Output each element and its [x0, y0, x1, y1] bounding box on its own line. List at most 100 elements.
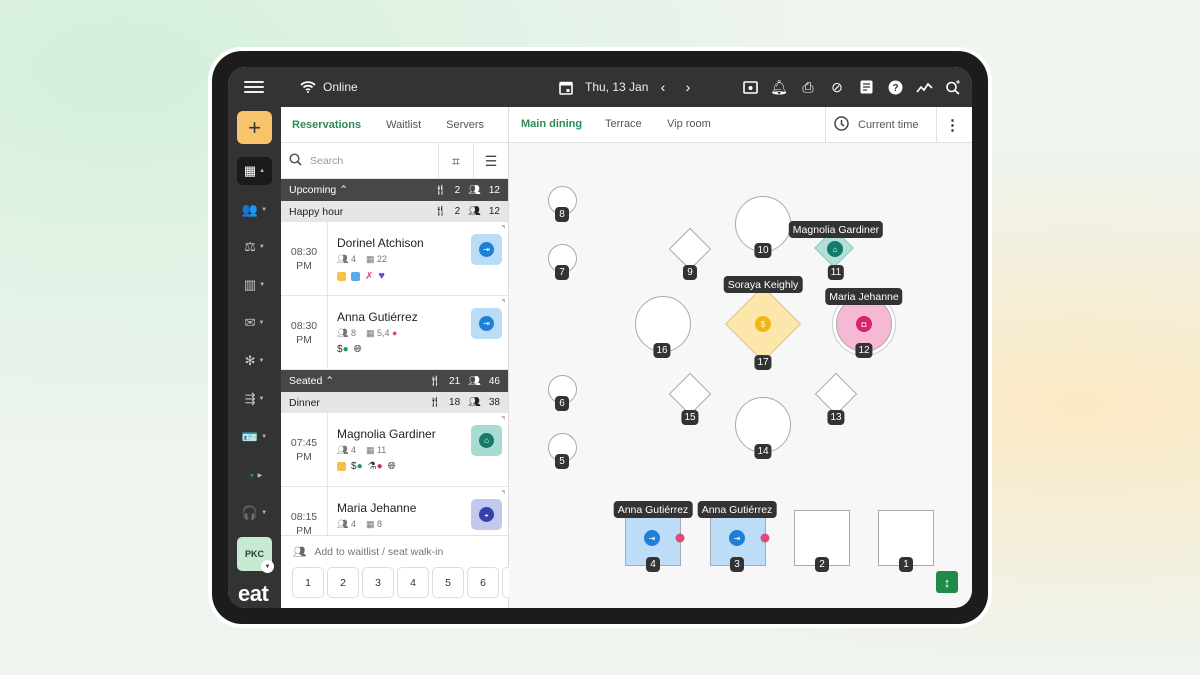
reservation-row[interactable]: 08:30 PM Anna Gutiérrez 👥︎ 8 ▦ 5,4 ● $● 🌐︎…: [281, 296, 508, 370]
guests-count: 38: [488, 397, 500, 408]
cutlery-icon: 🍴︎: [428, 375, 442, 387]
current-time-button[interactable]: Current time: [825, 107, 937, 143]
heart-icon: ♥: [378, 270, 385, 282]
party-size-button[interactable]: 3: [362, 567, 394, 598]
party-size-button[interactable]: 4: [397, 567, 429, 598]
servers-nav[interactable]: ⚖ ▼: [237, 233, 272, 261]
date-picker[interactable]: Thu, 13 Jan: [557, 67, 648, 107]
menu-icon[interactable]: [244, 81, 264, 93]
flows-nav[interactable]: ⇶ ▼: [237, 385, 272, 413]
more-vert-icon[interactable]: ⋮: [945, 116, 960, 134]
party-size-button[interactable]: 5: [432, 567, 464, 598]
linked-icon: [760, 533, 770, 543]
section-seated[interactable]: Seated ⌃ 🍴︎ 21 👥︎ 46: [281, 370, 508, 392]
reservation-meta: 👥︎ 4 ▦ 22: [337, 254, 387, 264]
search-input[interactable]: Search: [281, 143, 439, 179]
guests-count: 12: [488, 206, 500, 217]
party-size-button[interactable]: 2: [327, 567, 359, 598]
guests-icon: 👥︎: [468, 206, 481, 217]
search-icon: [289, 153, 302, 169]
status-button[interactable]: ⇥: [471, 234, 502, 265]
add-reservation-button[interactable]: +: [237, 111, 272, 144]
cutlery-icon: 🍴︎: [433, 206, 447, 217]
next-day-button[interactable]: ›: [679, 67, 697, 107]
note-icon: [337, 271, 346, 281]
tab-servers[interactable]: Servers: [435, 119, 484, 131]
party-size-button[interactable]: 1: [292, 567, 324, 598]
expand-vertical-button[interactable]: ↕: [936, 571, 958, 593]
print-icon[interactable]: ⎙: [799, 78, 817, 96]
account-switcher[interactable]: PKC ▼: [237, 537, 274, 573]
prev-day-button[interactable]: ‹: [654, 67, 672, 107]
qr-scan-button[interactable]: ⌗: [438, 143, 473, 179]
bell-icon[interactable]: 🔔︎: [770, 78, 788, 96]
reports-nav[interactable]: ▥ ▼: [237, 271, 272, 299]
floorplan-nav[interactable]: ▦ ▲: [237, 157, 272, 185]
connection-status: Online: [299, 67, 358, 107]
tab-terrace[interactable]: Terrace: [605, 118, 642, 130]
notes-icon[interactable]: [857, 78, 875, 96]
toolbar-actions: 🔔︎ ⎙ ⊘ ?: [741, 67, 962, 107]
status-button[interactable]: ⌂: [471, 425, 502, 456]
guest-label: Anna Gutiérrez: [613, 501, 693, 518]
help-icon[interactable]: ?: [886, 78, 904, 96]
walkin-bar: 👥︎ Add to waitlist / seat walk-in 1 2 3 4…: [281, 535, 512, 608]
table-number-badge: 14: [754, 444, 772, 459]
performance-nav[interactable]: ◔ ▶: [237, 461, 272, 489]
messages-nav[interactable]: ✉ ▼: [237, 309, 272, 337]
logo: eat: [238, 581, 269, 606]
reservation-time: 08:30 PM: [281, 296, 328, 369]
subsection-dinner: Dinner 🍴︎ 18 👥︎ 38: [281, 392, 508, 413]
table-9[interactable]: [668, 227, 712, 271]
table-15[interactable]: [668, 372, 712, 416]
integrations-nav[interactable]: ✻ ▼: [237, 347, 272, 375]
block-icon[interactable]: ⊘: [828, 78, 846, 96]
tab-waitlist[interactable]: Waitlist: [375, 119, 421, 131]
cutlery-icon: 🍴︎: [433, 184, 447, 196]
badge-icon: 🪪: [241, 429, 259, 444]
support-nav[interactable]: 🎧 ▼: [237, 499, 272, 527]
table-13[interactable]: [814, 372, 858, 416]
search-sparkle-icon[interactable]: [944, 78, 962, 96]
subsection-label: Dinner: [289, 396, 320, 409]
preview-icon[interactable]: [741, 78, 759, 96]
tab-main-dining[interactable]: Main dining: [521, 118, 582, 130]
flow-icon: ⇶: [244, 391, 256, 406]
party-size: 4: [350, 254, 356, 264]
tab-vip-room[interactable]: Vip room: [667, 118, 711, 130]
status-button[interactable]: ⇥: [471, 308, 502, 339]
tab-reservations[interactable]: Reservations: [281, 119, 361, 131]
guests-count: 12: [488, 184, 500, 196]
analytics-icon[interactable]: [915, 78, 933, 96]
filter-button[interactable]: ☰: [473, 143, 508, 179]
section-upcoming[interactable]: Upcoming ⌃ 🍴︎ 2 👥︎ 12: [281, 179, 508, 201]
search-row: Search ⌗ ☰: [281, 143, 508, 179]
table-number-badge: 12: [855, 343, 873, 358]
reservation-row[interactable]: 08:30 PM Dorinel Atchison 👥︎ 4 ▦ 22 ✗ ♥ ⇥: [281, 222, 508, 296]
guests-nav[interactable]: 👥 ▼: [237, 196, 272, 224]
staff-nav[interactable]: 🪪 ▼: [237, 423, 272, 451]
guest-name: Magnolia Gardiner: [337, 427, 436, 441]
reservation-row[interactable]: 07:45 PM Magnolia Gardiner 👥︎ 4 ▦ 11 $● ⚗●…: [281, 413, 508, 487]
guests-icon: 👥︎: [468, 184, 481, 196]
table-number-badge: 7: [555, 265, 569, 280]
guests-icon: 👥︎: [468, 397, 481, 408]
table-number-badge: 10: [754, 243, 772, 258]
guest-name: Maria Jehanne: [337, 501, 417, 515]
note-icon: [337, 462, 346, 471]
status-button[interactable]: ◒: [471, 499, 502, 530]
status-text: Online: [323, 80, 358, 94]
table-number-badge: 16: [653, 343, 671, 358]
reservation-meta: 👥︎ 4 ▦ 11: [337, 445, 387, 455]
reservation-tags: $● ⚗● 🌐︎: [337, 461, 396, 472]
chevron-right-icon: ›: [685, 79, 691, 95]
walkin-label: 👥︎ Add to waitlist / seat walk-in: [293, 545, 444, 559]
chevron-left-icon: ‹: [660, 79, 666, 95]
table-number: 5,4: [376, 328, 390, 338]
party-size-button[interactable]: 6: [467, 567, 499, 598]
grid-icon: ▦: [243, 163, 257, 178]
current-time-label: Current time: [858, 119, 919, 131]
sliders-icon: ☰: [484, 152, 498, 169]
cutlery-icon: 🍴︎: [428, 397, 442, 408]
party-size: 4: [350, 519, 356, 529]
